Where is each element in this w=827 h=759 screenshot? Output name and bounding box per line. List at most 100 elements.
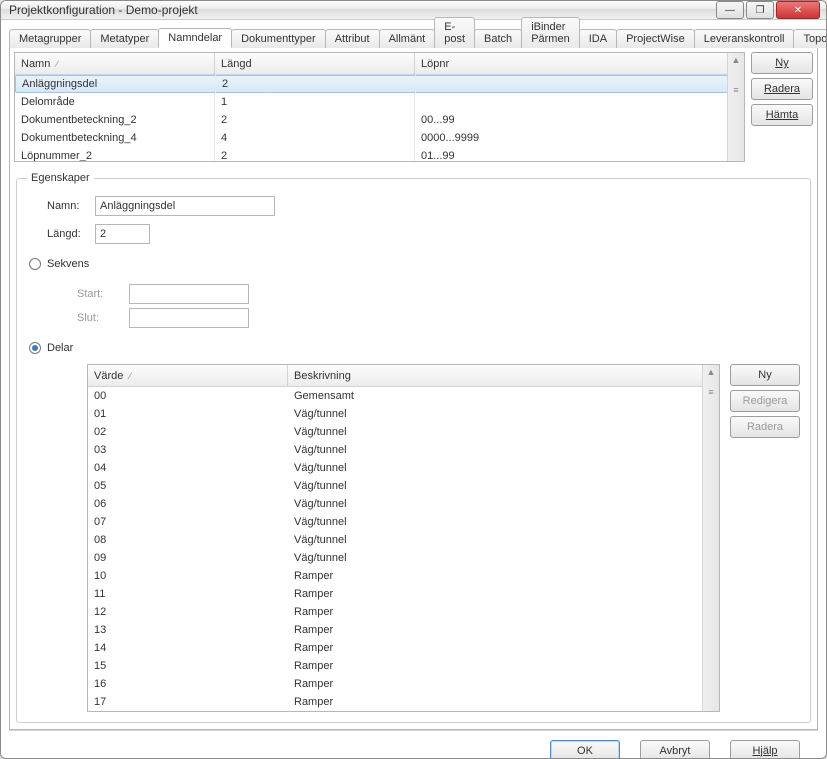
- table-row[interactable]: Delområde1: [15, 93, 744, 111]
- tab-topocad[interactable]: Topocad: [793, 29, 827, 48]
- cell-beskrivning: Ramper: [288, 624, 333, 636]
- table-row[interactable]: Löpnummer_2201...99: [15, 147, 744, 161]
- cancel-button[interactable]: Avbryt: [640, 740, 710, 759]
- cell-beskrivning: Ramper: [288, 570, 333, 582]
- delar-block: Värde ⁄ Beskrivning 00Gemensamt01Väg/tun…: [87, 364, 800, 712]
- cell-varde: 12: [88, 606, 288, 618]
- list-item[interactable]: 07Väg/tunnel: [88, 513, 719, 531]
- cell-varde: 16: [88, 678, 288, 690]
- scrollbar[interactable]: ▲ ≡: [727, 53, 744, 161]
- cell-beskrivning: Väg/tunnel: [288, 498, 347, 510]
- tab-ibinder-pärmen[interactable]: iBinder Pärmen: [521, 17, 580, 48]
- col-namn-label: Namn: [21, 58, 50, 70]
- tabstrip: MetagrupperMetatyperNamndelarDokumenttyp…: [9, 26, 818, 48]
- cell-varde: 04: [88, 462, 288, 474]
- sekvens-radio-row[interactable]: Sekvens: [29, 258, 800, 270]
- tab-dokumenttyper[interactable]: Dokumenttyper: [231, 29, 326, 48]
- new-button[interactable]: Ny: [751, 52, 813, 74]
- close-button[interactable]: ✕: [776, 1, 820, 19]
- list-item[interactable]: 01Väg/tunnel: [88, 405, 719, 423]
- col-lopnr[interactable]: Löpnr: [415, 53, 744, 74]
- list-item[interactable]: 04Väg/tunnel: [88, 459, 719, 477]
- delar-list-header: Värde ⁄ Beskrivning: [88, 365, 719, 387]
- tab-metagrupper[interactable]: Metagrupper: [9, 29, 91, 48]
- tab-batch[interactable]: Batch: [474, 29, 522, 48]
- scrollbar[interactable]: ▲ ≡: [702, 365, 719, 711]
- cell-varde: 13: [88, 624, 288, 636]
- tab-ida[interactable]: IDA: [579, 29, 617, 48]
- cell-beskrivning: Väg/tunnel: [288, 444, 347, 456]
- tab-e-post[interactable]: E-post: [434, 17, 475, 48]
- list-item[interactable]: 08Väg/tunnel: [88, 531, 719, 549]
- sekvens-radio[interactable]: [29, 258, 41, 270]
- titlebar: Projektkonfiguration - Demo-projekt — ❐ …: [1, 1, 826, 20]
- slut-input: [129, 308, 249, 328]
- col-varde[interactable]: Värde ⁄: [88, 365, 288, 386]
- cell-beskrivning: Gemensamt: [288, 390, 354, 402]
- content-area: MetagrupperMetatyperNamndelarDokumenttyp…: [1, 20, 826, 759]
- table-row[interactable]: Dokumentbeteckning_440000...9999: [15, 129, 744, 147]
- col-langd[interactable]: Längd: [215, 53, 415, 74]
- cell-beskrivning: Väg/tunnel: [288, 480, 347, 492]
- tab-allmänt[interactable]: Allmänt: [379, 29, 436, 48]
- bottom-bar: OK Avbryt Hjälp: [9, 730, 818, 759]
- list-item[interactable]: 06Väg/tunnel: [88, 495, 719, 513]
- list-item[interactable]: 02Väg/tunnel: [88, 423, 719, 441]
- list-item[interactable]: 16Ramper: [88, 675, 719, 693]
- start-input: [129, 284, 249, 304]
- tab-metatyper[interactable]: Metatyper: [90, 29, 159, 48]
- col-langd-label: Längd: [221, 58, 252, 70]
- cell-lopnr: [416, 81, 743, 87]
- cell-lopnr: 01...99: [415, 147, 744, 161]
- delar-radio-row[interactable]: Delar: [29, 342, 800, 354]
- list-item[interactable]: 12Ramper: [88, 603, 719, 621]
- delete-button[interactable]: Radera: [751, 78, 813, 100]
- list-item[interactable]: 15Ramper: [88, 657, 719, 675]
- list-item[interactable]: 17Ramper: [88, 693, 719, 711]
- list-item[interactable]: 05Väg/tunnel: [88, 477, 719, 495]
- name-input[interactable]: [95, 196, 275, 216]
- cancel-label: Avbryt: [660, 745, 691, 757]
- cell-langd: 2: [216, 75, 416, 93]
- egenskaper-legend: Egenskaper: [27, 172, 94, 184]
- list-item[interactable]: 03Väg/tunnel: [88, 441, 719, 459]
- tab-leveranskontroll[interactable]: Leveranskontroll: [694, 29, 795, 48]
- delar-delete-button: Radera: [730, 416, 800, 438]
- list-item[interactable]: 11Ramper: [88, 585, 719, 603]
- top-area: Namn ⁄ Längd Löpnr Anläggningsdel2Delomr…: [14, 52, 813, 162]
- maximize-button[interactable]: ❐: [746, 1, 774, 19]
- tab-projectwise[interactable]: ProjectWise: [616, 29, 695, 48]
- delar-radio[interactable]: [29, 342, 41, 354]
- col-namn[interactable]: Namn ⁄: [15, 53, 215, 74]
- tab-attribut[interactable]: Attribut: [325, 29, 380, 48]
- list-item[interactable]: 14Ramper: [88, 639, 719, 657]
- help-button[interactable]: Hjälp: [730, 740, 800, 759]
- sort-icon: ⁄: [56, 59, 58, 69]
- ok-button[interactable]: OK: [550, 740, 620, 759]
- tab-namndelar[interactable]: Namndelar: [158, 28, 232, 48]
- slut-label: Slut:: [77, 312, 129, 324]
- fetch-button[interactable]: Hämta: [751, 104, 813, 126]
- egenskaper-group: Egenskaper Namn: Längd: Sekvens Start:: [16, 172, 811, 723]
- minimize-button[interactable]: —: [716, 1, 744, 19]
- help-label: Hjälp: [752, 745, 777, 757]
- delar-list[interactable]: Värde ⁄ Beskrivning 00Gemensamt01Väg/tun…: [87, 364, 720, 712]
- scroll-thumb-icon[interactable]: ≡: [733, 85, 738, 95]
- scroll-up-icon[interactable]: ▲: [707, 367, 716, 377]
- col-beskrivning[interactable]: Beskrivning: [288, 365, 719, 386]
- col-beskrivning-label: Beskrivning: [294, 370, 351, 382]
- length-input[interactable]: [95, 224, 150, 244]
- fetch-button-label: Hämta: [766, 109, 798, 121]
- list-item[interactable]: 09Väg/tunnel: [88, 549, 719, 567]
- list-item[interactable]: 10Ramper: [88, 567, 719, 585]
- table-row[interactable]: Dokumentbeteckning_2200...99: [15, 111, 744, 129]
- ok-label: OK: [577, 745, 593, 757]
- namndelar-list[interactable]: Namn ⁄ Längd Löpnr Anläggningsdel2Delomr…: [14, 52, 745, 162]
- scroll-thumb-icon[interactable]: ≡: [708, 387, 713, 397]
- list-item[interactable]: 13Ramper: [88, 621, 719, 639]
- delar-new-button[interactable]: Ny: [730, 364, 800, 386]
- list-item[interactable]: 00Gemensamt: [88, 387, 719, 405]
- col-lopnr-label: Löpnr: [421, 58, 449, 70]
- scroll-up-icon[interactable]: ▲: [732, 55, 741, 65]
- table-row[interactable]: Anläggningsdel2: [15, 75, 744, 93]
